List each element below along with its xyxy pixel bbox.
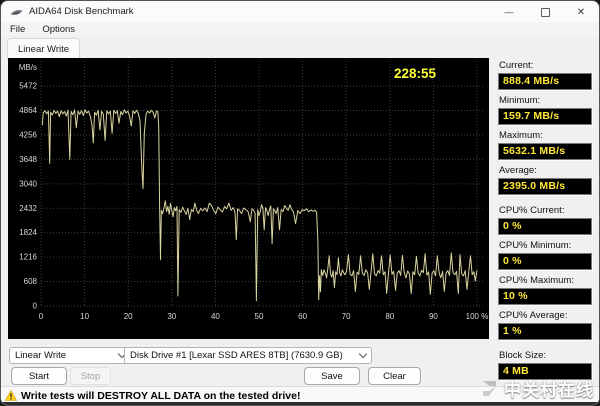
y-tick-label: 4864 [19, 106, 37, 115]
stat-value: 10 % [498, 288, 592, 305]
benchmark-chart: 0608121618242432304036484256486454720102… [8, 58, 489, 339]
save-button[interactable]: Save [304, 367, 360, 385]
stat-label: CPU% Minimum: [499, 240, 592, 251]
y-tick-label: 4256 [19, 130, 37, 139]
chart-canvas: 0608121618242432304036484256486454720102… [8, 58, 489, 339]
stat-value: 0 % [498, 218, 592, 235]
stat-label: Maximum: [499, 130, 592, 141]
y-tick-label: 5472 [19, 82, 37, 91]
app-window: AIDA64 Disk Benchmark — ✕ File Options L… [0, 0, 600, 406]
test-type-value: Linear Write [15, 350, 66, 361]
stat-value: 1 % [498, 323, 592, 340]
x-tick-label: 60 [298, 312, 307, 321]
stat-label: CPU% Current: [499, 205, 592, 216]
stat-value: 159.7 MB/s [498, 108, 592, 125]
clear-button[interactable]: Clear [368, 367, 421, 385]
stop-button[interactable]: Stop [70, 367, 111, 385]
close-button[interactable]: ✕ [563, 1, 599, 23]
drive-dropdown[interactable]: Disk Drive #1 [Lexar SSD ARES 8TB] (7630… [124, 347, 372, 364]
window-controls: — ✕ [491, 1, 599, 23]
stat-cpu-current: CPU% Current: 0 % [498, 205, 592, 235]
stat-maximum: Maximum: 5632.1 MB/s [498, 130, 592, 160]
chevron-down-icon [359, 350, 367, 358]
x-tick-label: 100 % [466, 312, 489, 321]
stat-cpu-minimum: CPU% Minimum: 0 % [498, 240, 592, 270]
maximize-icon [541, 8, 550, 17]
write-speed-line [42, 110, 477, 301]
x-tick-label: 80 [385, 312, 394, 321]
stat-label: CPU% Maximum: [499, 275, 592, 286]
window-bottom-edge [1, 402, 599, 405]
test-type-dropdown[interactable]: Linear Write [9, 347, 131, 364]
stat-label: Minimum: [499, 95, 592, 106]
y-tick-label: 1216 [19, 253, 37, 262]
menu-file[interactable]: File [10, 24, 25, 35]
y-tick-label: 3040 [19, 179, 37, 188]
menu-bar: File Options [1, 22, 600, 36]
y-tick-label: 608 [24, 277, 38, 286]
title-bar: AIDA64 Disk Benchmark — ✕ [1, 1, 599, 22]
y-tick-label: 1824 [19, 228, 37, 237]
zol-watermark: 中关村在线 [480, 376, 594, 401]
tab-label: Linear Write [18, 44, 69, 55]
x-tick-label: 90 [429, 312, 438, 321]
warning-icon [5, 390, 17, 401]
stat-label: CPU% Average: [499, 310, 592, 321]
x-tick-label: 50 [255, 312, 264, 321]
minimize-icon: — [505, 7, 514, 17]
x-tick-label: 30 [167, 312, 176, 321]
stat-label: Average: [499, 165, 592, 176]
minimize-button[interactable]: — [491, 1, 527, 23]
menu-options[interactable]: Options [42, 24, 75, 35]
x-tick-label: 40 [211, 312, 220, 321]
stat-cpu-maximum: CPU% Maximum: 10 % [498, 275, 592, 305]
save-button-label: Save [321, 371, 343, 382]
stats-sidebar: Current: 888.4 MB/s Minimum: 159.7 MB/s … [498, 60, 592, 385]
stat-value: 2395.0 MB/s [498, 178, 592, 195]
stat-average: Average: 2395.0 MB/s [498, 165, 592, 195]
stat-value: 888.4 MB/s [498, 73, 592, 90]
drive-value: Disk Drive #1 [Lexar SSD ARES 8TB] (7630… [130, 350, 343, 361]
x-tick-label: 10 [80, 312, 89, 321]
window-title: AIDA64 Disk Benchmark [29, 6, 134, 17]
stat-label: Current: [499, 60, 592, 71]
stop-button-label: Stop [81, 371, 101, 382]
aida64-app-icon [10, 6, 23, 18]
stat-value: 0 % [498, 253, 592, 270]
start-button-label: Start [29, 371, 49, 382]
elapsed-timer: 228:55 [394, 66, 437, 81]
x-tick-label: 70 [342, 312, 351, 321]
zol-logo-icon [480, 380, 502, 397]
stat-cpu-average: CPU% Average: 1 % [498, 310, 592, 340]
stat-minimum: Minimum: 159.7 MB/s [498, 95, 592, 125]
y-tick-label: 0 [33, 302, 38, 311]
stat-label: Block Size: [499, 350, 592, 361]
y-tick-label: 2432 [19, 204, 37, 213]
clear-button-label: Clear [383, 371, 406, 382]
y-tick-label: 3648 [19, 155, 37, 164]
y-axis-unit-label: MB/s [19, 63, 37, 72]
tab-linear-write[interactable]: Linear Write [7, 38, 80, 59]
maximize-button[interactable] [527, 1, 563, 23]
x-tick-label: 0 [39, 312, 44, 321]
warning-text: Write tests will DESTROY ALL DATA on the… [21, 390, 300, 402]
stat-current: Current: 888.4 MB/s [498, 60, 592, 90]
close-icon: ✕ [577, 7, 585, 18]
stat-value: 5632.1 MB/s [498, 143, 592, 160]
watermark-text: 中关村在线 [504, 376, 594, 401]
start-button[interactable]: Start [11, 367, 67, 385]
x-tick-label: 20 [124, 312, 133, 321]
